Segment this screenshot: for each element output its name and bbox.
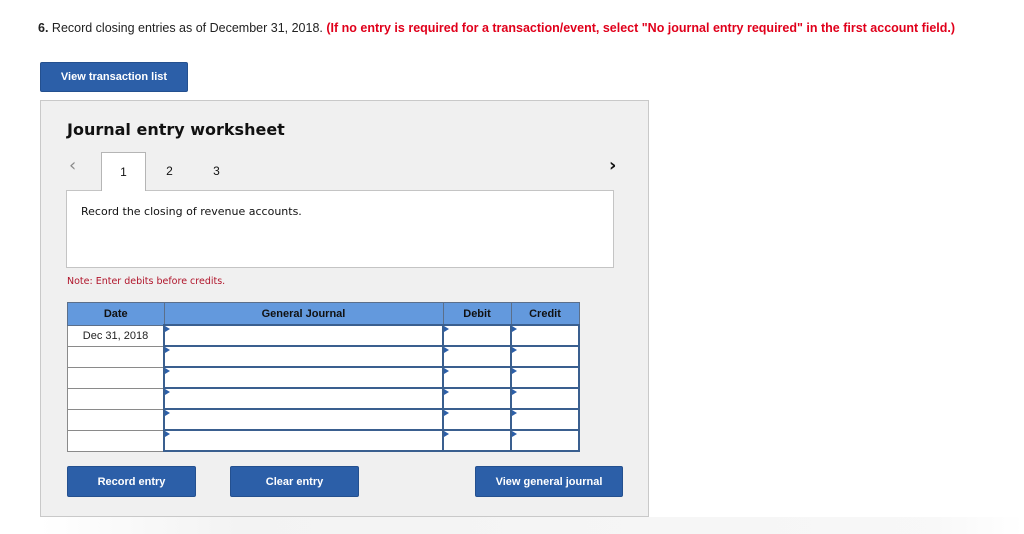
- input-marker-icon: [512, 326, 517, 332]
- header-general-journal: General Journal: [163, 302, 444, 326]
- journal-entry-worksheet: Journal entry worksheet ‹ 1 2 3 › Record…: [40, 100, 649, 517]
- question-number: 6.: [38, 21, 49, 35]
- tab-1[interactable]: 1: [101, 152, 146, 191]
- note-text: Note: Enter debits before credits.: [67, 276, 226, 287]
- date-cell: [67, 366, 165, 389]
- table-row: [67, 345, 580, 368]
- dropdown-marker-icon: [165, 431, 170, 437]
- account-field[interactable]: [163, 324, 444, 347]
- account-field[interactable]: [163, 345, 444, 368]
- input-marker-icon: [444, 410, 449, 416]
- dropdown-marker-icon: [165, 368, 170, 374]
- transaction-description-box: Record the closing of revenue accounts.: [66, 190, 614, 268]
- credit-field[interactable]: [510, 345, 580, 368]
- input-marker-icon: [512, 431, 517, 437]
- question-prompt: Record closing entries as of December 31…: [48, 21, 327, 35]
- input-marker-icon: [444, 389, 449, 395]
- date-cell: [67, 387, 165, 410]
- credit-field[interactable]: [510, 366, 580, 389]
- view-transaction-list-button[interactable]: View transaction list: [40, 62, 188, 92]
- debit-field[interactable]: [442, 387, 512, 410]
- date-cell: [67, 429, 165, 452]
- table-row: Dec 31, 2018: [67, 324, 580, 347]
- record-entry-button[interactable]: Record entry: [67, 466, 196, 497]
- account-field[interactable]: [163, 408, 444, 431]
- account-field[interactable]: [163, 366, 444, 389]
- debit-field[interactable]: [442, 345, 512, 368]
- credit-field[interactable]: [510, 429, 580, 452]
- date-cell: [67, 408, 165, 431]
- panel-shadow: [40, 517, 1024, 534]
- input-marker-icon: [444, 347, 449, 353]
- debit-field[interactable]: [442, 324, 512, 347]
- date-cell: [67, 345, 165, 368]
- table-row: [67, 387, 580, 410]
- tab-2[interactable]: 2: [147, 152, 192, 190]
- transaction-description: Record the closing of revenue accounts.: [81, 205, 302, 218]
- debit-field[interactable]: [442, 366, 512, 389]
- chevron-left-icon[interactable]: ‹: [69, 155, 76, 176]
- input-marker-icon: [444, 368, 449, 374]
- table-header-row: Date General Journal Debit Credit: [67, 302, 580, 326]
- input-marker-icon: [512, 410, 517, 416]
- table-row: [67, 408, 580, 431]
- chevron-right-icon[interactable]: ›: [609, 155, 616, 176]
- header-credit: Credit: [510, 302, 580, 326]
- table-row: [67, 429, 580, 452]
- input-marker-icon: [444, 326, 449, 332]
- input-marker-icon: [444, 431, 449, 437]
- dropdown-marker-icon: [165, 410, 170, 416]
- tab-3[interactable]: 3: [194, 152, 239, 190]
- header-debit: Debit: [442, 302, 512, 326]
- credit-field[interactable]: [510, 408, 580, 431]
- debit-field[interactable]: [442, 429, 512, 452]
- clear-entry-button[interactable]: Clear entry: [230, 466, 359, 497]
- header-date: Date: [67, 302, 165, 326]
- dropdown-marker-icon: [165, 326, 170, 332]
- input-marker-icon: [512, 347, 517, 353]
- view-general-journal-button[interactable]: View general journal: [475, 466, 623, 497]
- question-instruction: (If no entry is required for a transacti…: [326, 21, 956, 35]
- account-field[interactable]: [163, 387, 444, 410]
- input-marker-icon: [512, 368, 517, 374]
- input-marker-icon: [512, 389, 517, 395]
- credit-field[interactable]: [510, 324, 580, 347]
- dropdown-marker-icon: [165, 389, 170, 395]
- credit-field[interactable]: [510, 387, 580, 410]
- journal-table: Date General Journal Debit Credit Dec 31…: [67, 302, 580, 452]
- question-text: 6. Record closing entries as of December…: [38, 21, 955, 35]
- date-cell: Dec 31, 2018: [67, 324, 165, 347]
- dropdown-marker-icon: [165, 347, 170, 353]
- table-row: [67, 366, 580, 389]
- debit-field[interactable]: [442, 408, 512, 431]
- account-field[interactable]: [163, 429, 444, 452]
- worksheet-title: Journal entry worksheet: [67, 120, 285, 139]
